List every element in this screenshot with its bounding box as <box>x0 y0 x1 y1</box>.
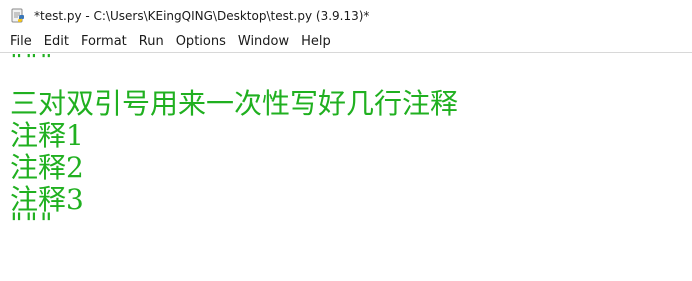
title-bar: *test.py - C:\Users\KEingQING\Desktop\te… <box>0 0 692 31</box>
window-title: *test.py - C:\Users\KEingQING\Desktop\te… <box>34 8 370 23</box>
idle-editor-window: *test.py - C:\Users\KEingQING\Desktop\te… <box>0 0 692 281</box>
code-line[interactable]: 注释1 <box>10 120 692 152</box>
menu-format[interactable]: Format <box>75 32 133 51</box>
code-line[interactable]: 注释2 <box>10 152 692 184</box>
menu-help[interactable]: Help <box>295 32 337 51</box>
menu-options[interactable]: Options <box>170 32 232 51</box>
code-line[interactable]: """ <box>10 210 692 238</box>
python-idle-icon <box>10 8 26 24</box>
menu-window[interactable]: Window <box>232 32 295 51</box>
code-line[interactable]: 三对双引号用来一次性写好几行注释 <box>10 88 692 120</box>
menu-edit[interactable]: Edit <box>38 32 75 51</box>
code-line[interactable]: 注释3 <box>10 184 692 216</box>
menu-file[interactable]: File <box>4 32 38 51</box>
menu-bar: File Edit Format Run Options Window Help <box>0 31 692 53</box>
code-editor[interactable]: """ 三对双引号用来一次性写好几行注释 注释1 注释2 注释3 """ <box>0 54 692 281</box>
code-line[interactable]: """ <box>10 54 692 88</box>
menu-run[interactable]: Run <box>133 32 170 51</box>
